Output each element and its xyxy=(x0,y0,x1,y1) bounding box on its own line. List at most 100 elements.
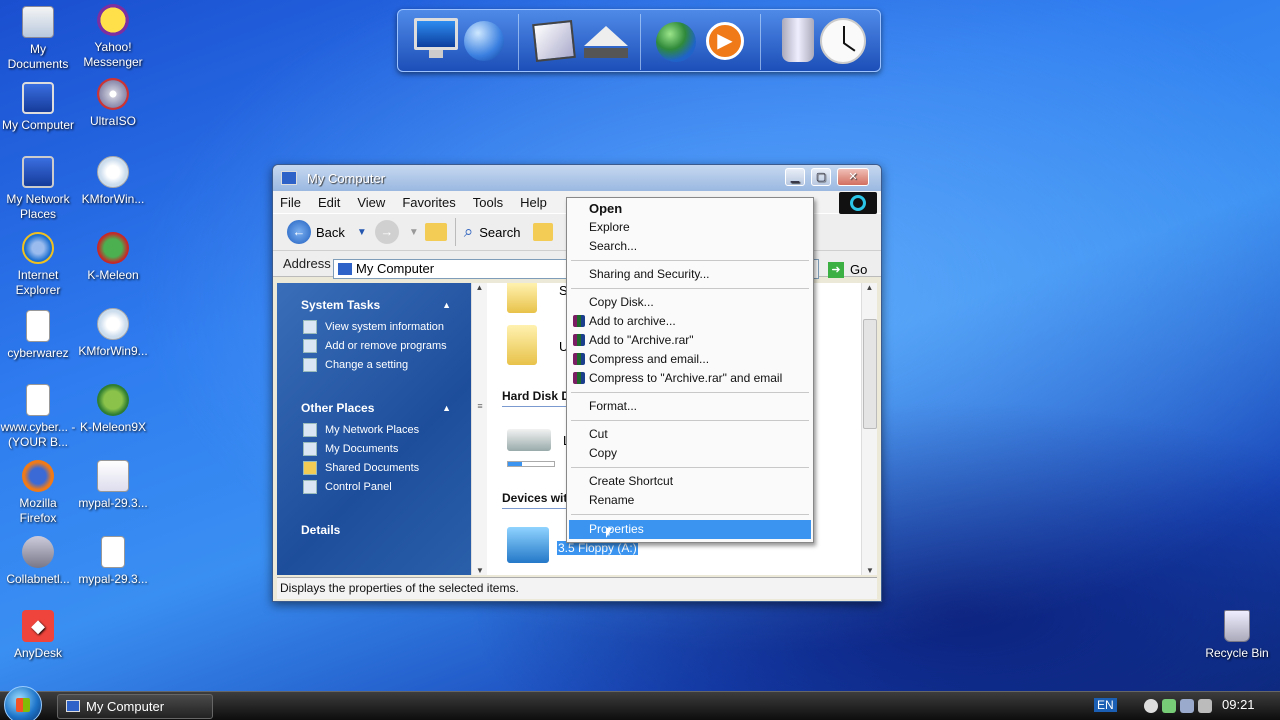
taskbar: My Computer EN 09:21 xyxy=(0,686,1280,720)
back-dropdown-icon[interactable]: ▼ xyxy=(357,227,367,238)
desktop-icon-mypal-file[interactable]: mypal-29.3... xyxy=(75,536,151,587)
task-view-system-information[interactable]: View system information xyxy=(277,320,471,334)
menu-item-add-to-archive[interactable]: Add to archive... xyxy=(569,312,811,331)
safely-remove-icon[interactable] xyxy=(1180,699,1194,713)
folder-item[interactable]: U xyxy=(507,325,568,370)
menu-item-compress-to-archive-email[interactable]: Compress to "Archive.rar" and email xyxy=(569,369,811,388)
maximize-button[interactable]: ▢ xyxy=(811,168,831,186)
language-indicator[interactable]: EN xyxy=(1094,698,1117,712)
menu-item-sharing-security[interactable]: Sharing and Security... xyxy=(569,265,811,284)
folders-icon[interactable] xyxy=(533,223,554,241)
desktop-icon-label: My Network Places xyxy=(6,192,70,221)
desktop-icon-www-cyber[interactable]: www.cyber... - (YOUR B... xyxy=(0,384,76,450)
place-control-panel[interactable]: Control Panel xyxy=(277,480,471,494)
globe-network-icon[interactable] xyxy=(464,18,512,66)
my-documents-icon xyxy=(303,442,317,456)
taskbar-button-my-computer[interactable]: My Computer xyxy=(57,694,213,719)
title-bar[interactable]: My Computer ▁ ▢ ✕ xyxy=(273,165,881,191)
eject-drive-icon[interactable] xyxy=(584,18,632,66)
folder-icon xyxy=(303,461,317,475)
place-shared-documents[interactable]: Shared Documents xyxy=(277,461,471,475)
devices-section-header: Devices wit xyxy=(502,491,568,505)
place-label: My Documents xyxy=(325,443,399,455)
floppy-drive-item[interactable]: 3.5 Floppy (A:) xyxy=(507,527,638,568)
menu-item-open[interactable]: Open xyxy=(569,199,811,218)
earth-icon[interactable] xyxy=(656,18,704,66)
menu-help[interactable]: Help xyxy=(520,195,547,210)
desktop-icon-k-meleon9x[interactable]: K-Meleon9X xyxy=(75,384,151,435)
forward-arrow-icon[interactable]: → xyxy=(374,220,399,244)
folder-icon xyxy=(507,283,537,313)
scrollbar-thumb[interactable] xyxy=(863,319,877,429)
close-button[interactable]: ✕ xyxy=(837,168,869,186)
my-documents-icon xyxy=(22,6,54,38)
collapse-icon[interactable]: ▲ xyxy=(442,295,451,315)
minimize-button[interactable]: ▁ xyxy=(785,168,805,186)
network-tray-icon[interactable] xyxy=(1162,699,1176,713)
forward-dropdown-icon[interactable]: ▼ xyxy=(409,227,419,238)
menu-file[interactable]: File xyxy=(280,195,301,210)
menu-item-cut[interactable]: Cut xyxy=(569,425,811,444)
desktop-icon-kmforwin[interactable]: KMforWin... xyxy=(75,156,151,207)
monitor-icon[interactable] xyxy=(414,18,462,66)
local-disk-item[interactable]: Lo xyxy=(507,429,577,467)
desktop-icon-internet-explorer[interactable]: Internet Explorer xyxy=(0,232,76,298)
desktop-icon-anydesk[interactable]: ◆ AnyDesk xyxy=(0,610,76,661)
details-header[interactable]: Details xyxy=(277,520,471,540)
up-folder-icon[interactable] xyxy=(424,223,447,241)
kmforwin-icon xyxy=(97,156,129,188)
taskbar-clock[interactable]: 09:21 xyxy=(1222,697,1255,712)
drawing-tools-icon[interactable] xyxy=(532,18,582,66)
start-button[interactable] xyxy=(4,686,42,720)
search-button[interactable]: Search xyxy=(479,225,520,240)
desktop-icon-yahoo-messenger[interactable]: Yahoo! Messenger xyxy=(75,4,151,70)
menu-item-add-to-archive-rar[interactable]: Add to "Archive.rar" xyxy=(569,331,811,350)
left-pane-scrollbar[interactable]: ▲ ≡ ▼ xyxy=(471,283,487,575)
task-add-remove-programs[interactable]: Add or remove programs xyxy=(277,339,471,353)
desktop-icon-my-documents[interactable]: My Documents xyxy=(0,6,76,72)
trash-icon[interactable] xyxy=(774,18,822,66)
menu-item-compress-email[interactable]: Compress and email... xyxy=(569,350,811,369)
menu-item-copy-disk[interactable]: Copy Disk... xyxy=(569,293,811,312)
menu-item-explore[interactable]: Explore xyxy=(569,218,811,237)
menu-item-create-shortcut[interactable]: Create Shortcut xyxy=(569,472,811,491)
menu-view[interactable]: View xyxy=(357,195,385,210)
menu-item-search[interactable]: Search... xyxy=(569,237,811,256)
menu-tools[interactable]: Tools xyxy=(473,195,503,210)
file-view-scrollbar[interactable]: ▲ ▼ xyxy=(861,283,877,575)
menu-favorites[interactable]: Favorites xyxy=(402,195,455,210)
place-my-network-places[interactable]: My Network Places xyxy=(277,423,471,437)
task-change-setting[interactable]: Change a setting xyxy=(277,358,471,372)
hard-disk-section-header: Hard Disk D xyxy=(502,389,571,403)
tray-app-icon[interactable] xyxy=(1198,699,1212,713)
back-button[interactable]: Back xyxy=(316,225,345,240)
desktop-icon-my-computer[interactable]: My Computer xyxy=(0,82,76,133)
network-places-icon xyxy=(303,423,317,437)
go-arrow-icon[interactable]: ➜ xyxy=(828,262,844,278)
menu-edit[interactable]: Edit xyxy=(318,195,340,210)
other-places-header[interactable]: Other Places ▲ xyxy=(277,398,471,418)
desktop-icon-recycle-bin[interactable]: Recycle Bin xyxy=(1199,610,1275,661)
go-button[interactable]: Go xyxy=(850,262,867,277)
menu-item-rename[interactable]: Rename xyxy=(569,491,811,510)
desktop-icon-kmforwin9[interactable]: KMforWin9... xyxy=(75,308,151,359)
menu-separator xyxy=(571,392,809,393)
desktop-icon-ultraiso[interactable]: UltraISO xyxy=(75,78,151,129)
menu-item-copy[interactable]: Copy xyxy=(569,444,811,463)
task-label: Add or remove programs xyxy=(325,340,447,352)
desktop-icon-cyberwarez[interactable]: cyberwarez xyxy=(0,310,76,361)
place-my-documents[interactable]: My Documents xyxy=(277,442,471,456)
ultraiso-icon xyxy=(97,78,129,110)
desktop-icon-k-meleon[interactable]: K-Meleon xyxy=(75,232,151,283)
desktop-icon-network-places[interactable]: My Network Places xyxy=(0,156,76,222)
folder-item[interactable]: Sh xyxy=(507,283,575,318)
menu-item-format[interactable]: Format... xyxy=(569,397,811,416)
media-player-icon[interactable]: ▶ xyxy=(706,18,754,66)
desktop-icon-collabnet[interactable]: Collabnetl... xyxy=(0,536,76,587)
collapse-icon[interactable]: ▲ xyxy=(442,398,451,418)
desktop-icon-mypal[interactable]: mypal-29.3... xyxy=(75,460,151,511)
volume-icon[interactable] xyxy=(1144,699,1158,713)
system-tasks-header[interactable]: System Tasks ▲ xyxy=(277,295,471,315)
desktop-icon-mozilla-firefox[interactable]: Mozilla Firefox xyxy=(0,460,76,526)
clock-icon[interactable] xyxy=(820,18,868,66)
